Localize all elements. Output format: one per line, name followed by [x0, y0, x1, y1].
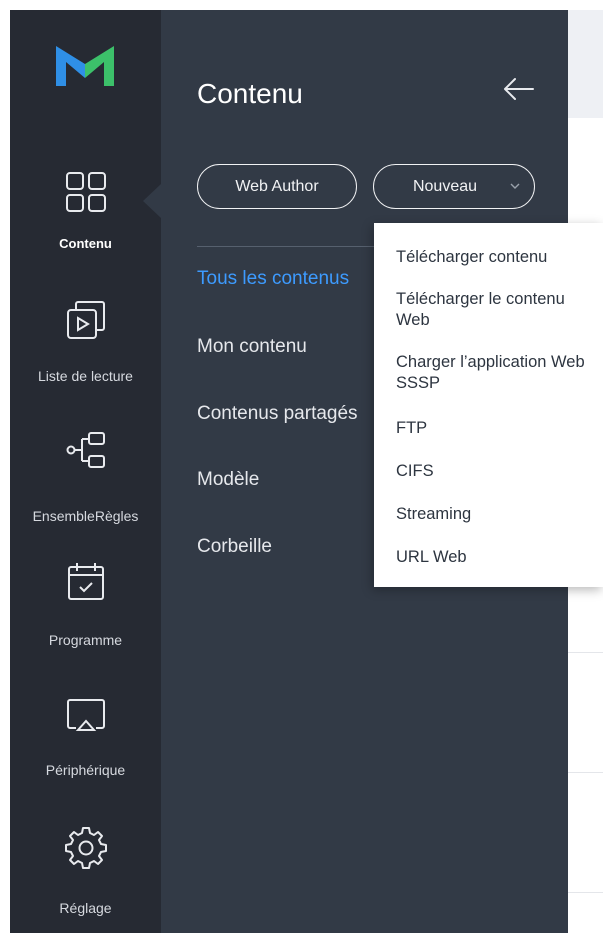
dropdown-item-streaming[interactable]: Streaming — [396, 504, 601, 525]
gear-icon — [64, 827, 107, 869]
calendar-icon — [67, 563, 104, 600]
row-divider — [568, 652, 603, 653]
chevron-down-icon — [510, 183, 520, 189]
sidebar-item-label: EnsembleRègles — [32, 508, 139, 524]
new-label: Nouveau — [412, 177, 478, 195]
dropdown-item-web-url[interactable]: URL Web — [396, 547, 601, 568]
web-author-label: Web Author — [235, 177, 319, 195]
active-item-pointer — [143, 184, 161, 218]
sidebar-item-reglage[interactable]: Réglage — [10, 818, 161, 928]
sidebar-item-label: Contenu — [59, 236, 112, 251]
menu-item-shared-content[interactable]: Contenus partagés — [197, 403, 358, 425]
menu-item-all-content[interactable]: Tous les contenus — [197, 268, 349, 290]
dropdown-item-load-sssp-app[interactable]: Charger l’application Web SSSP — [396, 352, 601, 394]
menu-item-my-content[interactable]: Mon contenu — [197, 336, 307, 358]
sidebar-item-label: Réglage — [59, 900, 112, 916]
dropdown-item-upload-web-content[interactable]: Télécharger le contenu Web — [396, 289, 601, 331]
back-arrow-icon[interactable] — [501, 74, 537, 104]
sidebar-item-ensemble-regles[interactable]: EnsembleRègles — [10, 424, 161, 534]
sidebar-item-playlist[interactable]: Liste de lecture — [10, 292, 161, 402]
menu-item-trash[interactable]: Corbeille — [197, 536, 272, 558]
sidebar-item-label: Périphérique — [45, 762, 126, 778]
new-dropdown-menu: Télécharger contenu Télécharger le conte… — [374, 223, 603, 587]
sidebar-item-label: Liste de lecture — [38, 368, 133, 384]
app-logo-icon — [56, 46, 114, 86]
sidebar-item-contenu[interactable]: Contenu — [10, 158, 161, 268]
row-divider — [568, 772, 603, 773]
sidebar-item-peripherique[interactable]: Périphérique — [10, 686, 161, 796]
grid-icon — [65, 172, 106, 212]
new-dropdown-button[interactable]: Nouveau — [373, 164, 535, 209]
row-divider — [568, 892, 603, 893]
icon-sidebar: Contenu Liste de lecture EnsembleRègles — [10, 10, 161, 933]
panel-title: Contenu — [197, 78, 303, 109]
sidebar-item-label: Programme — [48, 632, 123, 648]
main-header-strip — [568, 10, 603, 118]
dropdown-item-cifs[interactable]: CIFS — [396, 461, 601, 482]
dropdown-item-upload-content[interactable]: Télécharger contenu — [396, 247, 601, 268]
ruleset-icon — [66, 432, 105, 468]
sidebar-item-programme[interactable]: Programme — [10, 554, 161, 664]
web-author-button[interactable]: Web Author — [197, 164, 357, 209]
menu-item-template[interactable]: Modèle — [197, 469, 259, 491]
dropdown-item-ftp[interactable]: FTP — [396, 418, 601, 439]
display-icon — [66, 699, 105, 731]
playlist-icon — [66, 301, 105, 339]
